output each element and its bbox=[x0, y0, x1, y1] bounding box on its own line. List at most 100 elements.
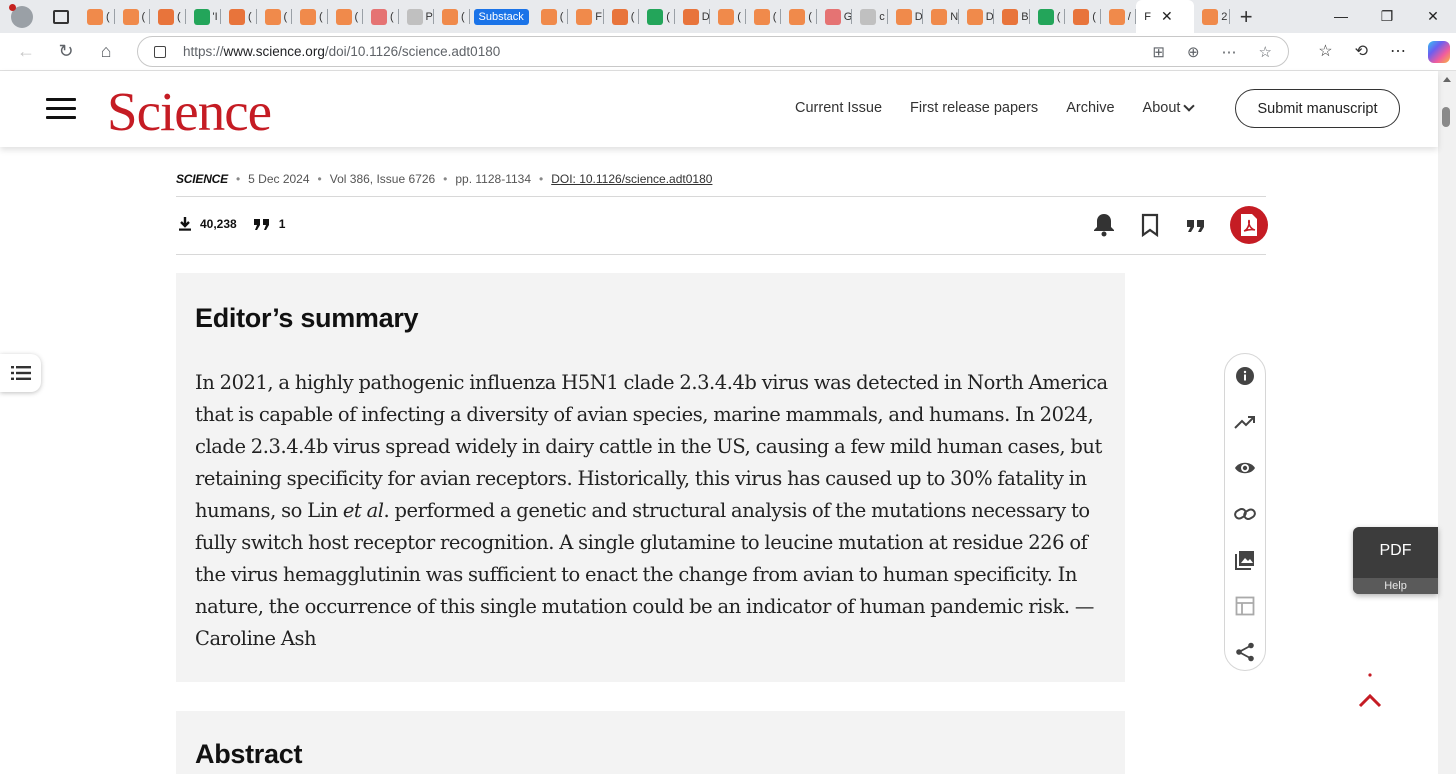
info-icon[interactable] bbox=[1233, 364, 1257, 388]
scroll-up-icon[interactable] bbox=[1443, 77, 1451, 82]
minimize-icon[interactable]: — bbox=[1318, 0, 1364, 33]
browser-tab[interactable]: ( bbox=[710, 0, 746, 33]
tab-title: 'I bbox=[212, 10, 218, 23]
browser-tab[interactable]: / bbox=[1101, 0, 1137, 33]
nav-archive[interactable]: Archive bbox=[1066, 100, 1114, 116]
browser-tab[interactable]: ( bbox=[781, 0, 817, 33]
home-icon[interactable]: ⌂ bbox=[86, 41, 126, 62]
tab-actions-icon[interactable] bbox=[53, 9, 69, 24]
journal-name[interactable]: SCIENCE bbox=[176, 172, 228, 186]
browser-tab[interactable]: ( bbox=[434, 0, 470, 33]
browser-tab[interactable]: P bbox=[399, 0, 435, 33]
tab-active[interactable]: F ✕ bbox=[1136, 0, 1195, 33]
science-logo[interactable]: Science bbox=[107, 80, 272, 143]
back-to-top-button[interactable] bbox=[1357, 672, 1383, 712]
restore-icon[interactable]: ❐ bbox=[1364, 0, 1410, 33]
url-text[interactable]: https://www.science.org/doi/10.1126/scie… bbox=[183, 44, 500, 59]
separator-dot: • bbox=[317, 172, 322, 186]
alert-bell-icon[interactable] bbox=[1092, 212, 1116, 238]
back-icon[interactable]: ← bbox=[6, 41, 46, 62]
favicon-icon bbox=[335, 8, 352, 25]
browser-tab[interactable]: ( bbox=[257, 0, 293, 33]
submit-manuscript-button[interactable]: Submit manuscript bbox=[1235, 89, 1400, 128]
pdf-widget-label[interactable]: PDF bbox=[1353, 542, 1438, 560]
volume-issue[interactable]: Vol 386, Issue 6726 bbox=[330, 172, 435, 186]
browser-tab[interactable]: ( bbox=[328, 0, 364, 33]
copilot-icon[interactable] bbox=[1428, 41, 1450, 63]
page-scrollbar[interactable] bbox=[1438, 71, 1456, 774]
download-icon bbox=[179, 217, 191, 231]
nav-first-release-papers[interactable]: First release papers bbox=[910, 100, 1038, 116]
tab-title: ( bbox=[248, 10, 252, 23]
close-window-icon[interactable]: ✕ bbox=[1410, 0, 1456, 33]
profile-avatar-icon[interactable] bbox=[9, 3, 33, 28]
browser-tab[interactable]: ( bbox=[115, 0, 151, 33]
reload-icon[interactable]: ↻ bbox=[46, 41, 86, 62]
link-icon[interactable] bbox=[1233, 502, 1257, 526]
cite-icon[interactable] bbox=[1184, 212, 1208, 238]
menu-icon[interactable] bbox=[46, 98, 76, 119]
browser-tab[interactable]: N bbox=[923, 0, 959, 33]
apps-icon[interactable]: ⊞ bbox=[1152, 43, 1165, 61]
tab-title: D bbox=[985, 10, 994, 23]
nav-about[interactable]: About bbox=[1142, 100, 1196, 116]
favicon-icon bbox=[1202, 8, 1219, 25]
page-range: pp. 1128-1134 bbox=[455, 172, 531, 186]
more-options-icon[interactable]: ⋯ bbox=[1222, 43, 1237, 61]
browser-tab[interactable]: ( bbox=[292, 0, 328, 33]
browser-tab[interactable]: D bbox=[959, 0, 995, 33]
trending-icon[interactable] bbox=[1233, 410, 1257, 434]
browser-tab[interactable]: ( bbox=[221, 0, 257, 33]
browser-tab[interactable]: ( bbox=[639, 0, 675, 33]
share-icon[interactable] bbox=[1233, 640, 1257, 664]
scrollbar-thumb[interactable] bbox=[1442, 107, 1450, 127]
doi-link[interactable]: DOI: 10.1126/science.adt0180 bbox=[551, 172, 712, 186]
pdf-download-button[interactable] bbox=[1230, 206, 1268, 244]
address-bar[interactable]: https://www.science.org/doi/10.1126/scie… bbox=[137, 36, 1289, 67]
tab-substack[interactable]: Substack bbox=[473, 8, 529, 25]
browser-tab[interactable]: ( bbox=[363, 0, 399, 33]
favorites-icon[interactable]: ☆ bbox=[1318, 41, 1332, 63]
publish-date: 5 Dec 2024 bbox=[248, 172, 310, 186]
bookmark-icon[interactable] bbox=[1138, 212, 1162, 238]
table-icon[interactable] bbox=[1233, 594, 1257, 618]
tab-title: ( bbox=[737, 10, 741, 23]
browser-tab[interactable]: 'I bbox=[186, 0, 222, 33]
browser-tab[interactable]: 2 bbox=[1194, 0, 1230, 33]
browser-tab[interactable]: D bbox=[888, 0, 924, 33]
browser-tab[interactable]: c bbox=[852, 0, 888, 33]
favicon-icon bbox=[264, 8, 281, 25]
browser-tab[interactable]: ( bbox=[604, 0, 640, 33]
tab-title: ( bbox=[1056, 10, 1061, 23]
browser-tab[interactable]: B bbox=[994, 0, 1030, 33]
browser-tab[interactable]: ( bbox=[79, 0, 115, 33]
browser-tab[interactable]: ( bbox=[533, 0, 569, 33]
browser-tab[interactable]: ( bbox=[1030, 0, 1066, 33]
lock-icon[interactable] bbox=[154, 45, 166, 58]
close-tab-icon[interactable]: ✕ bbox=[1161, 8, 1173, 25]
browser-tab[interactable]: G bbox=[817, 0, 853, 33]
zoom-icon[interactable]: ⊕ bbox=[1187, 43, 1200, 61]
browser-tab[interactable]: ( bbox=[150, 0, 186, 33]
tab-title: 2 bbox=[1221, 10, 1228, 23]
tab-title: D bbox=[701, 10, 710, 23]
browser-tab[interactable]: ( bbox=[746, 0, 782, 33]
browser-tab[interactable]: ( bbox=[1065, 0, 1101, 33]
browser-tab[interactable]: D bbox=[675, 0, 711, 33]
nav-about-label: About bbox=[1142, 100, 1181, 116]
tab-title: ( bbox=[1092, 10, 1096, 23]
nav-current-issue[interactable]: Current Issue bbox=[795, 100, 882, 116]
pdf-help-widget[interactable]: PDF Help bbox=[1353, 527, 1438, 594]
favicon-icon bbox=[371, 8, 387, 25]
image-icon[interactable] bbox=[1233, 548, 1257, 572]
new-tab-icon[interactable]: + bbox=[1240, 4, 1253, 30]
history-icon[interactable]: ⟲ bbox=[1355, 41, 1368, 63]
section-title: Abstract bbox=[195, 739, 303, 769]
favorite-star-icon[interactable]: ☆ bbox=[1259, 43, 1272, 61]
table-of-contents-toggle[interactable] bbox=[0, 354, 41, 392]
browser-tab[interactable]: F bbox=[568, 0, 604, 33]
tab-title: ( bbox=[666, 10, 670, 23]
pdf-widget-help[interactable]: Help bbox=[1353, 578, 1438, 594]
settings-more-icon[interactable]: ⋯ bbox=[1390, 41, 1406, 63]
eye-icon[interactable] bbox=[1233, 456, 1257, 480]
